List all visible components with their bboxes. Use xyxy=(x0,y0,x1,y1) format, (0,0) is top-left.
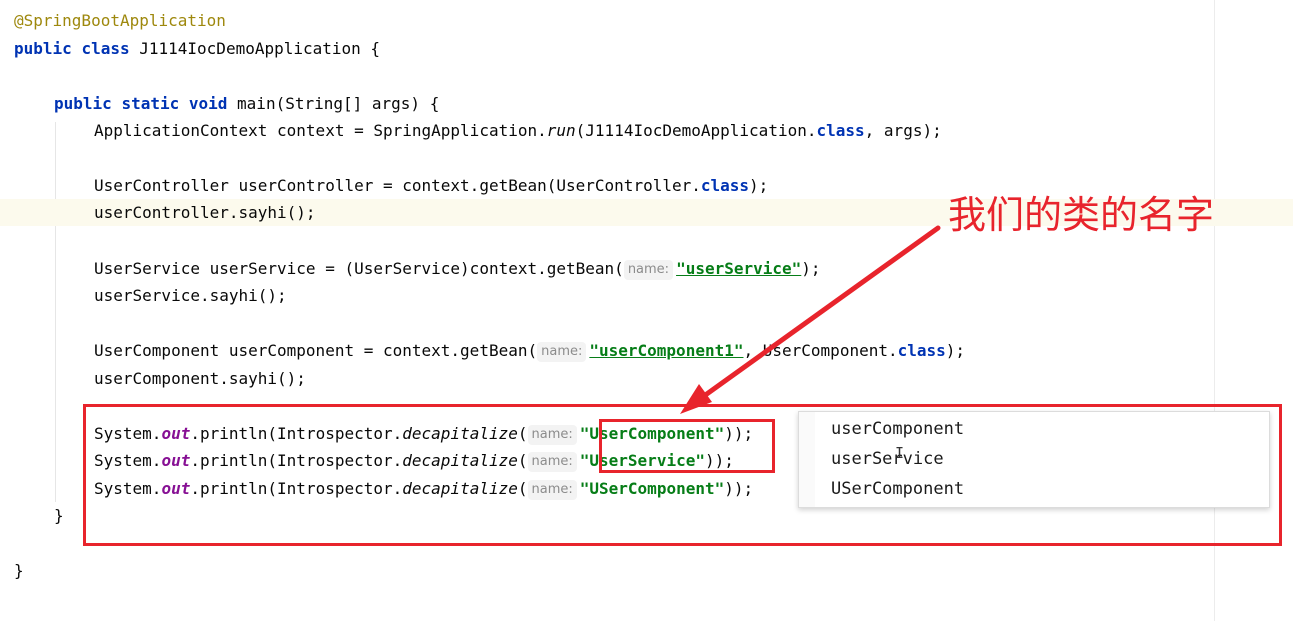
arrow-shaft xyxy=(701,225,941,399)
callout-arrow xyxy=(680,225,941,414)
arrow-head xyxy=(680,384,712,414)
annotation-callout-text: 我们的类的名字 xyxy=(948,193,1215,237)
